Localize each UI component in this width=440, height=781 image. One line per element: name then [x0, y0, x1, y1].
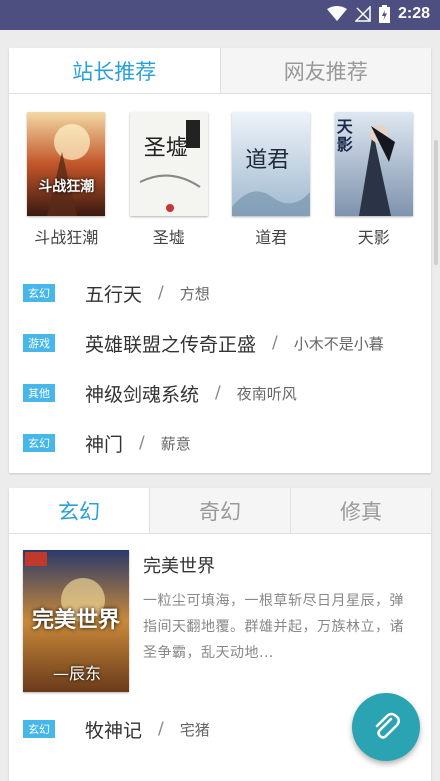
scrollbar[interactable] — [434, 140, 438, 265]
featured-title: 完美世界 — [143, 556, 215, 577]
cover-text: 斗战狂潮 — [38, 179, 95, 195]
book-author: 夜南听风 — [236, 384, 297, 403]
recommend-card: 站长推荐 网友推荐 斗战狂潮 斗战狂潮 圣墟 圣墟 道君 道君 天影 天影 玄幻… — [9, 48, 431, 473]
cover-title: 天影 — [357, 228, 390, 247]
list-item[interactable]: 玄幻 神门 / 薪意 — [23, 418, 431, 468]
paperclip-icon — [375, 712, 400, 739]
book-author: 方想 — [179, 284, 210, 303]
book-cover[interactable]: 圣墟 — [129, 112, 208, 216]
tab-admin-recommend[interactable]: 站长推荐 — [9, 48, 220, 93]
category-tag: 玄幻 — [23, 284, 55, 302]
book-title: 五行天 — [85, 283, 143, 306]
cover-item[interactable]: 斗战狂潮 斗战狂潮 — [21, 112, 111, 248]
cover-row: 斗战狂潮 斗战狂潮 圣墟 圣墟 道君 道君 天影 天影 — [9, 94, 431, 248]
cover-title: 圣墟 — [152, 228, 185, 247]
tab-qihuan[interactable]: 奇幻 — [149, 488, 290, 533]
category-tabs: 玄幻 奇幻 修真 — [9, 488, 431, 534]
book-cover[interactable]: 斗战狂潮 — [27, 112, 106, 216]
cover-text: 圣墟 — [143, 136, 188, 161]
book-author: 薪意 — [160, 434, 191, 453]
cover-author: —辰东 — [53, 664, 102, 683]
separator: / — [215, 383, 221, 403]
separator: / — [158, 283, 164, 303]
book-cover[interactable]: 道君 — [232, 112, 311, 216]
category-tag: 玄幻 — [23, 434, 55, 452]
category-tag: 玄幻 — [23, 720, 55, 738]
featured-info: 完美世界 一粒尘可填海，一根草斩尽日月星辰，弹指间天翻地覆。群雄并起，万族林立，… — [143, 550, 413, 692]
tab-xuanhuan[interactable]: 玄幻 — [9, 488, 149, 533]
floating-action-button[interactable] — [352, 693, 420, 761]
cover-text: 道君 — [245, 148, 290, 173]
book-cover[interactable]: 完美世界 —辰东 — [23, 550, 129, 692]
cover-item[interactable]: 天影 天影 — [329, 112, 419, 248]
category-tag: 游戏 — [23, 334, 55, 352]
cover-title: 道君 — [255, 228, 288, 247]
status-bar: 2:28 — [0, 0, 440, 30]
recommend-tabs: 站长推荐 网友推荐 — [9, 48, 431, 94]
book-author: 小木不是小暮 — [293, 334, 384, 353]
separator: / — [272, 333, 278, 353]
status-time: 2:28 — [397, 5, 430, 22]
cover-title: 斗战狂潮 — [34, 228, 99, 247]
book-title: 神级剑魂系统 — [85, 383, 200, 406]
book-title: 英雄联盟之传奇正盛 — [85, 333, 257, 356]
book-list: 玄幻 五行天 / 方想 游戏 英雄联盟之传奇正盛 / 小木不是小暮 其他 神级剑… — [9, 248, 431, 468]
list-item[interactable]: 玄幻 五行天 / 方想 — [23, 268, 431, 318]
separator: / — [158, 719, 164, 739]
signal-icon — [354, 6, 371, 22]
wifi-icon — [326, 6, 347, 21]
book-title: 神门 — [85, 433, 124, 456]
featured-book[interactable]: 完美世界 —辰东 完美世界 一粒尘可填海，一根草斩尽日月星辰，弹指间天翻地覆。群… — [9, 534, 431, 692]
list-item[interactable]: 游戏 英雄联盟之传奇正盛 / 小木不是小暮 — [23, 318, 431, 368]
tab-xiuzhen[interactable]: 修真 — [290, 488, 431, 533]
tab-user-recommend[interactable]: 网友推荐 — [219, 48, 431, 93]
cover-item[interactable]: 道君 道君 — [226, 112, 316, 248]
cover-text: 完美世界 — [31, 608, 120, 633]
list-item[interactable]: 其他 神级剑魂系统 / 夜南听风 — [23, 368, 431, 418]
cover-text: 天影 — [336, 117, 353, 154]
book-cover[interactable]: 天影 — [334, 112, 413, 216]
battery-charging-icon — [378, 5, 390, 23]
book-author: 宅猪 — [179, 720, 210, 739]
cover-item[interactable]: 圣墟 圣墟 — [124, 112, 214, 248]
separator: / — [139, 433, 145, 453]
book-title: 牧神记 — [85, 719, 143, 742]
category-tag: 其他 — [23, 384, 55, 402]
featured-description: 一粒尘可填海，一根草斩尽日月星辰，弹指间天翻地覆。群雄并起，万族林立，诸圣争霸，… — [143, 593, 404, 661]
